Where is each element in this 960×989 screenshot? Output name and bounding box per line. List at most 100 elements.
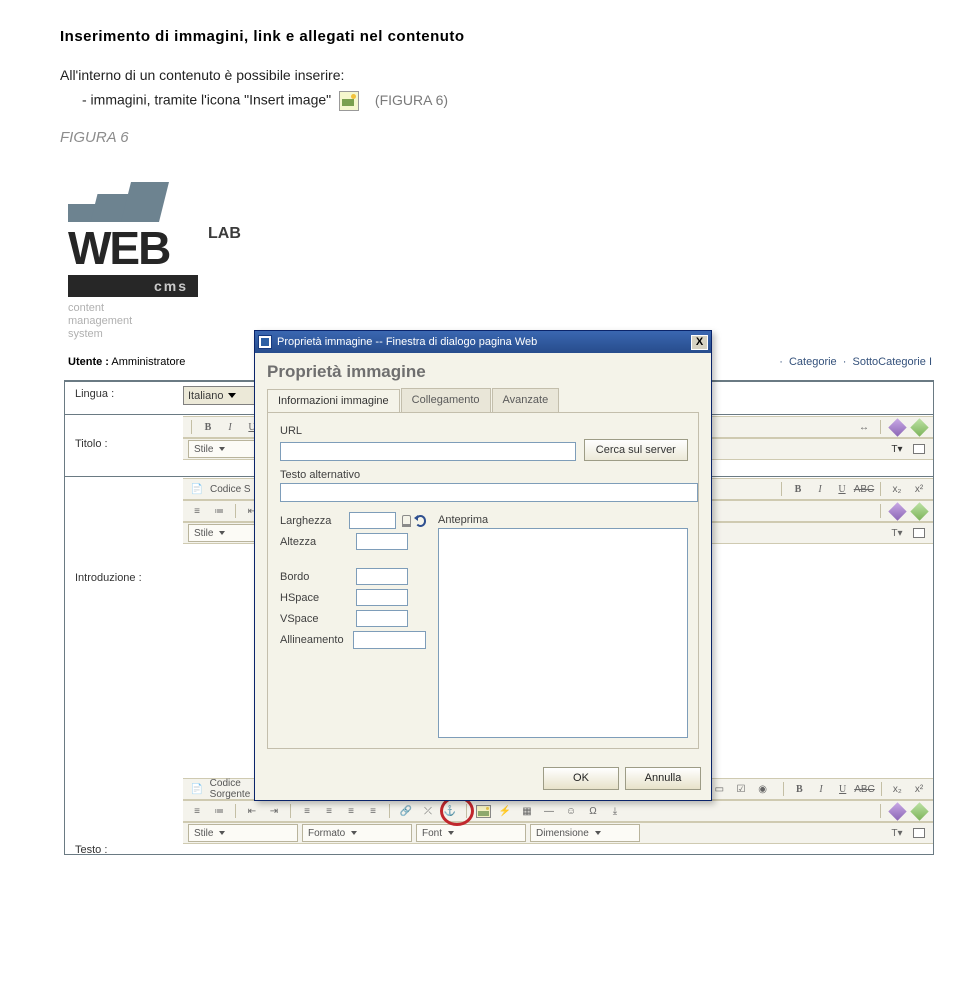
tagline-3: system: [68, 328, 132, 341]
select-lingua[interactable]: Italiano: [183, 386, 255, 405]
ol-icon[interactable]: ≡: [188, 502, 206, 520]
align-justify-icon[interactable]: ≡: [364, 802, 382, 820]
browse-server-button[interactable]: Cerca sul server: [584, 439, 688, 461]
checkbox-icon[interactable]: ☑: [732, 780, 750, 798]
link-icon[interactable]: 🔗: [397, 802, 415, 820]
strike-icon[interactable]: ABC: [855, 480, 873, 498]
user-info: Utente : Amministratore: [68, 356, 185, 368]
dialog-titlebar[interactable]: Proprietà immagine -- Finestra di dialog…: [255, 331, 711, 353]
dialog-title: Proprietà immagine -- Finestra di dialog…: [277, 336, 691, 348]
logo-lab: LAB: [208, 225, 241, 242]
radio-icon[interactable]: ◉: [754, 780, 772, 798]
underline-icon-3[interactable]: U: [834, 780, 852, 798]
logo-tagline: content management system: [68, 302, 132, 341]
top-nav: · Categorie · SottoCategorie I: [776, 356, 932, 368]
superscript-icon[interactable]: x²: [910, 480, 928, 498]
dialog-app-icon: [258, 335, 272, 349]
bold-icon[interactable]: B: [199, 418, 217, 436]
label-url: URL: [280, 425, 688, 437]
cancel-button[interactable]: Annulla: [625, 767, 701, 790]
tagline-2: management: [68, 315, 132, 328]
app-logo: WEB LAB cms content management system: [68, 170, 268, 277]
align-left-icon[interactable]: ≡: [298, 802, 316, 820]
source-icon[interactable]: 📄: [188, 480, 206, 498]
bold-icon-2[interactable]: B: [789, 480, 807, 498]
form-icon[interactable]: ▭: [710, 780, 728, 798]
label-alt: Testo alternativo: [280, 469, 688, 481]
input-altezza[interactable]: [356, 533, 408, 550]
ul-icon[interactable]: ≔: [210, 502, 228, 520]
textcolor-icon-3[interactable]: T▾: [888, 824, 906, 842]
cube-green-icon-2[interactable]: [910, 502, 928, 520]
outdent-icon-2[interactable]: ⇤: [243, 802, 261, 820]
cube-green-icon[interactable]: [910, 418, 928, 436]
dd-dimensione[interactable]: Dimensione: [530, 824, 640, 842]
label-larghezza: Larghezza: [280, 515, 349, 527]
ol-icon-2[interactable]: ≡: [188, 802, 206, 820]
underline-icon-2[interactable]: U: [833, 480, 851, 498]
close-icon[interactable]: X: [691, 335, 708, 350]
input-larghezza[interactable]: [349, 512, 396, 529]
align-center-icon[interactable]: ≡: [320, 802, 338, 820]
svg-text:WEB: WEB: [68, 222, 170, 274]
dd-formato[interactable]: Formato: [302, 824, 412, 842]
cube-icon[interactable]: [888, 418, 906, 436]
reset-size-icon[interactable]: [415, 515, 426, 527]
dd-stile-3[interactable]: Stile: [188, 824, 298, 842]
italic-icon-2[interactable]: I: [811, 480, 829, 498]
tab-info[interactable]: Informazioni immagine: [267, 389, 400, 413]
image-properties-dialog: Proprietà immagine -- Finestra di dialog…: [254, 330, 712, 801]
input-hspace[interactable]: [356, 589, 408, 606]
fit-width-icon[interactable]: ↔: [855, 418, 873, 436]
logo-web-text: WEB LAB: [68, 222, 268, 274]
superscript-icon-2[interactable]: x²: [910, 780, 928, 798]
tab-link[interactable]: Collegamento: [401, 388, 491, 412]
label-introduzione: Introduzione :: [75, 572, 142, 584]
ok-button[interactable]: OK: [543, 767, 619, 790]
link-categorie[interactable]: Categorie: [789, 356, 837, 368]
insert-image-icon: [339, 91, 359, 111]
italic-icon-3[interactable]: I: [812, 780, 830, 798]
flash-icon[interactable]: ⚡: [496, 802, 514, 820]
cube-icon-2[interactable]: [888, 502, 906, 520]
link-sottocategorie[interactable]: SottoCategorie: [852, 356, 925, 368]
table-icon[interactable]: ▦: [518, 802, 536, 820]
ul-icon-2[interactable]: ≔: [210, 802, 228, 820]
bullet-text: - immagini, tramite l'icona "Insert imag…: [82, 92, 331, 108]
textcolor-icon[interactable]: T▾: [888, 440, 906, 458]
label-titolo: Titolo :: [75, 438, 108, 450]
source-label: Codice S: [210, 484, 251, 495]
unlink-icon[interactable]: ⤫: [419, 802, 437, 820]
italic-icon[interactable]: I: [221, 418, 239, 436]
strike-icon-2[interactable]: ABC: [856, 780, 874, 798]
hr-icon[interactable]: —: [540, 802, 558, 820]
smiley-icon[interactable]: ☺: [562, 802, 580, 820]
subscript-icon[interactable]: x₂: [888, 480, 906, 498]
dd-font[interactable]: Font: [416, 824, 526, 842]
bgcolor-icon-2[interactable]: [910, 524, 928, 542]
align-right-icon[interactable]: ≡: [342, 802, 360, 820]
tab-advanced[interactable]: Avanzate: [492, 388, 560, 412]
input-bordo[interactable]: [356, 568, 408, 585]
label-hspace: HSpace: [280, 592, 356, 604]
input-url[interactable]: [280, 442, 576, 461]
bgcolor-icon[interactable]: [910, 440, 928, 458]
tagline-1: content: [68, 302, 132, 315]
logo-cms: cms: [68, 275, 198, 297]
lock-icon[interactable]: [402, 515, 411, 527]
input-vspace[interactable]: [356, 610, 408, 627]
cube-icon-3[interactable]: [888, 802, 906, 820]
bgcolor-icon-3[interactable]: [910, 824, 928, 842]
insert-image-btn[interactable]: [474, 802, 492, 820]
textcolor-icon-2[interactable]: T▾: [888, 524, 906, 542]
subscript-icon-2[interactable]: x₂: [888, 780, 906, 798]
select-allineamento[interactable]: [353, 631, 426, 649]
cube-green-icon-3[interactable]: [910, 802, 928, 820]
indent-icon[interactable]: ⇥: [265, 802, 283, 820]
special-char-icon[interactable]: Ω: [584, 802, 602, 820]
pagebreak-icon[interactable]: ⤓: [606, 802, 624, 820]
bold-icon-3[interactable]: B: [790, 780, 808, 798]
source-icon-2[interactable]: 📄: [188, 780, 206, 798]
anchor-icon[interactable]: ⚓: [441, 802, 459, 820]
input-alt[interactable]: [280, 483, 698, 502]
